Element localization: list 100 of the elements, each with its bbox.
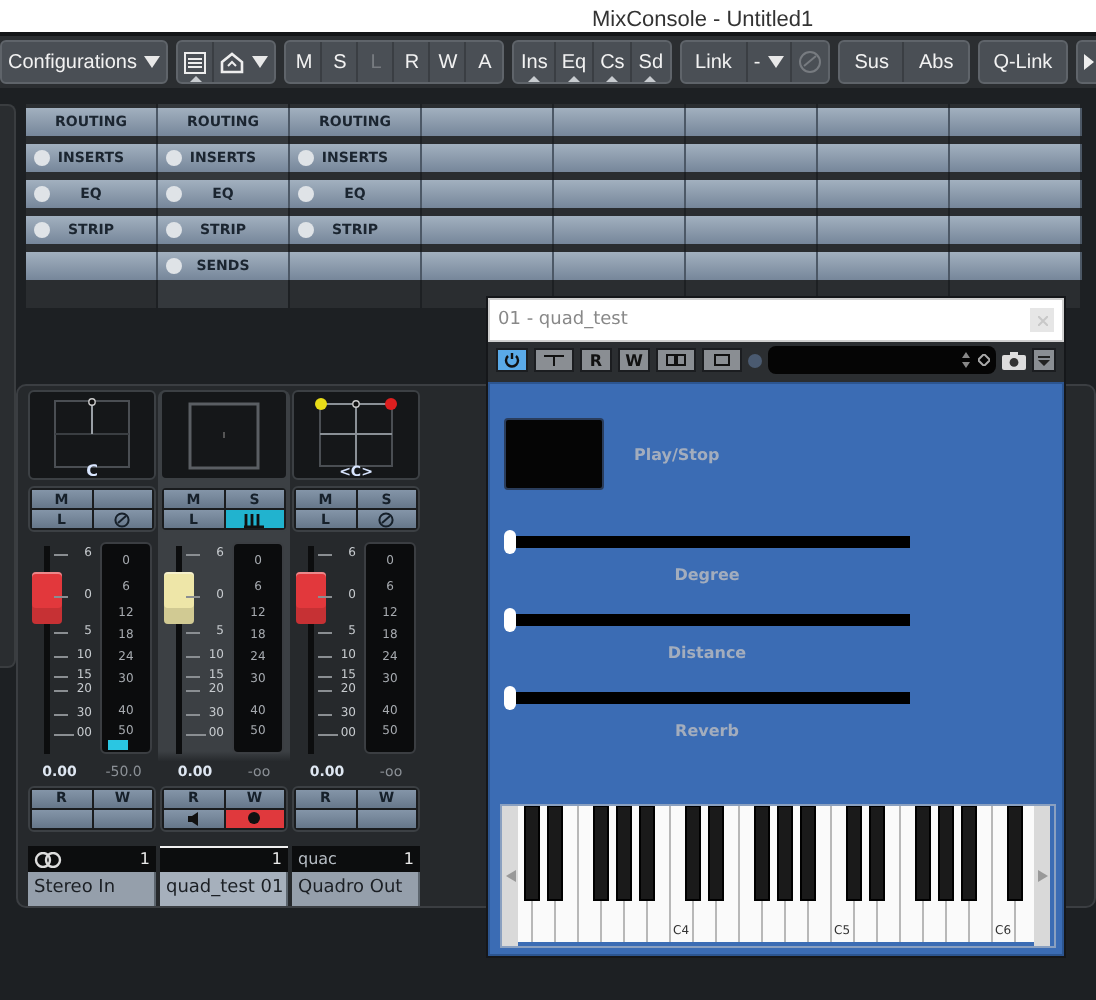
sharp-key[interactable] bbox=[593, 806, 609, 901]
window-title: MixConsole - Untitled1 bbox=[592, 10, 814, 32]
bars-icon bbox=[244, 511, 265, 528]
automation-toggle[interactable]: W bbox=[618, 348, 650, 372]
slider-track[interactable] bbox=[504, 608, 910, 632]
sharp-key[interactable] bbox=[961, 806, 977, 901]
play-button[interactable] bbox=[504, 418, 604, 490]
fader-handle[interactable] bbox=[32, 572, 62, 625]
record-button[interactable] bbox=[225, 809, 284, 828]
rack-slot[interactable] bbox=[422, 144, 554, 172]
rack-slot[interactable] bbox=[950, 252, 1082, 280]
rack-slot[interactable] bbox=[554, 144, 686, 172]
sharp-key[interactable] bbox=[1007, 806, 1023, 901]
close-button[interactable] bbox=[1030, 308, 1054, 332]
sharp-key[interactable] bbox=[547, 806, 563, 901]
scroll-left-button[interactable] bbox=[502, 806, 518, 946]
channel-type-label: quac bbox=[298, 850, 337, 869]
sharp-key[interactable] bbox=[708, 806, 724, 901]
rack-slot[interactable] bbox=[950, 216, 1082, 244]
edit-button[interactable] bbox=[93, 510, 152, 529]
sharp-key[interactable] bbox=[800, 806, 816, 901]
sharp-key[interactable] bbox=[915, 806, 931, 901]
dropdown-button[interactable]: - bbox=[747, 42, 793, 82]
rack-slot[interactable] bbox=[950, 180, 1082, 208]
monitor-button[interactable] bbox=[164, 809, 223, 828]
up-down-icon bbox=[962, 352, 970, 368]
rack-slot[interactable] bbox=[554, 180, 686, 208]
rack-slot[interactable] bbox=[686, 108, 818, 136]
rack-slot[interactable] bbox=[818, 180, 950, 208]
rack-slot[interactable] bbox=[818, 144, 950, 172]
rack-slot[interactable] bbox=[290, 252, 422, 280]
automation-toggle[interactable]: R bbox=[580, 348, 612, 372]
dropdown-button[interactable]: Configurations bbox=[2, 42, 167, 82]
toolbar-button[interactable]: Sus bbox=[840, 42, 905, 82]
channel-number: 1 bbox=[139, 850, 150, 869]
scroll-right-button[interactable] bbox=[1034, 806, 1050, 946]
sharp-key[interactable] bbox=[869, 806, 885, 901]
rack-tab[interactable]: Sd bbox=[632, 42, 670, 82]
camera-icon[interactable] bbox=[1002, 351, 1026, 369]
toolbar-button[interactable]: W bbox=[430, 42, 467, 82]
slider-track[interactable] bbox=[504, 686, 910, 710]
sharp-key[interactable] bbox=[846, 806, 862, 901]
power-button[interactable] bbox=[496, 348, 528, 372]
rack-slot[interactable] bbox=[554, 216, 686, 244]
rack-slot[interactable] bbox=[422, 180, 554, 208]
rack-tab[interactable]: Eq bbox=[555, 42, 595, 82]
diamond-icon bbox=[978, 354, 990, 366]
slider-thumb[interactable] bbox=[504, 686, 516, 710]
rack-slot[interactable] bbox=[686, 252, 818, 280]
sharp-key[interactable] bbox=[639, 806, 655, 901]
status-light-icon bbox=[748, 353, 762, 367]
rack-slot[interactable] bbox=[422, 216, 554, 244]
sharp-key[interactable] bbox=[754, 806, 770, 901]
rack-slot[interactable] bbox=[686, 144, 818, 172]
toolbar-button[interactable]: S bbox=[322, 42, 359, 82]
fader-handle[interactable] bbox=[296, 572, 326, 625]
rack-slot[interactable] bbox=[950, 144, 1082, 172]
channel-number: 1 bbox=[271, 850, 282, 869]
channel-name[interactable]: quad_test 01 bbox=[160, 871, 288, 906]
slider-thumb[interactable] bbox=[504, 608, 516, 632]
sharp-key[interactable] bbox=[685, 806, 701, 901]
toolbar-button[interactable]: Abs bbox=[904, 42, 968, 82]
toolbar-button[interactable]: Link bbox=[681, 42, 748, 82]
toolbar-button[interactable]: A bbox=[466, 42, 503, 82]
slider-track[interactable] bbox=[504, 530, 910, 554]
rack-slot[interactable] bbox=[554, 252, 686, 280]
fader-handle[interactable] bbox=[164, 572, 194, 625]
bypass-icon bbox=[544, 354, 564, 366]
control-label: Play/Stop bbox=[634, 445, 720, 463]
rack-slot[interactable] bbox=[818, 108, 950, 136]
monitor-button[interactable] bbox=[225, 510, 284, 529]
rack-slot[interactable] bbox=[818, 216, 950, 244]
slider-thumb[interactable] bbox=[504, 530, 516, 554]
toolbar-button[interactable]: R bbox=[394, 42, 431, 82]
sharp-key[interactable] bbox=[524, 806, 540, 901]
sharp-key[interactable] bbox=[938, 806, 954, 901]
rack-slot[interactable] bbox=[26, 252, 158, 280]
compare-button[interactable] bbox=[656, 348, 696, 372]
sharp-key[interactable] bbox=[777, 806, 793, 901]
toolbar-button[interactable]: M bbox=[286, 42, 323, 82]
window-button[interactable] bbox=[702, 348, 742, 372]
rack-slot[interactable] bbox=[422, 252, 554, 280]
toolbar-button[interactable]: Q-Link bbox=[979, 42, 1067, 82]
preset-field[interactable] bbox=[768, 346, 996, 374]
channel-name[interactable]: Quadro Out bbox=[292, 871, 420, 906]
rack-slot[interactable] bbox=[422, 108, 554, 136]
menu-button[interactable] bbox=[1032, 348, 1056, 372]
rack-slot[interactable] bbox=[686, 180, 818, 208]
edit-button[interactable] bbox=[357, 510, 416, 529]
list-view-button[interactable] bbox=[178, 42, 215, 82]
rack-tab[interactable]: Ins bbox=[514, 42, 556, 82]
rack-slot[interactable] bbox=[686, 216, 818, 244]
rack-slot[interactable] bbox=[950, 108, 1082, 136]
bypass-button[interactable] bbox=[534, 348, 574, 372]
sharp-key[interactable] bbox=[616, 806, 632, 901]
rack-slot[interactable] bbox=[818, 252, 950, 280]
rack-tab[interactable]: Cs bbox=[594, 42, 633, 82]
channel-name[interactable]: Stereo In bbox=[28, 871, 156, 906]
house-icon bbox=[220, 51, 245, 73]
rack-slot[interactable] bbox=[554, 108, 686, 136]
